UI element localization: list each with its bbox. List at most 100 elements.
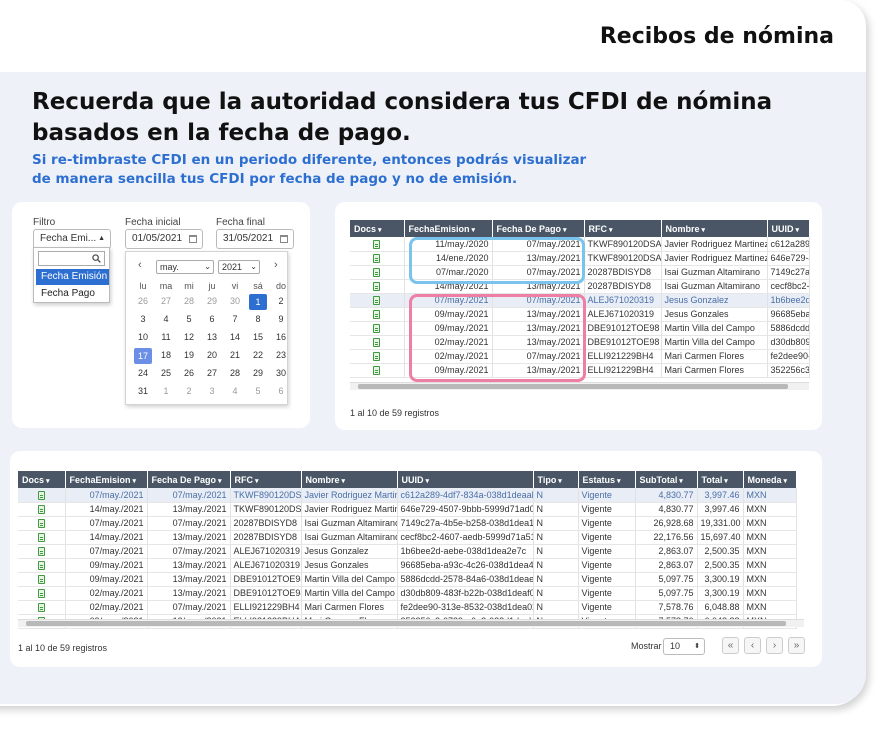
big-table-scrollbar[interactable] — [18, 619, 804, 627]
next-month-icon[interactable]: › — [274, 259, 278, 271]
docs-cell[interactable] — [350, 251, 405, 266]
xml-file-icon[interactable] — [37, 490, 45, 500]
docs-cell[interactable] — [18, 530, 66, 545]
docs-cell[interactable] — [350, 349, 405, 364]
calendar-day[interactable]: 18 — [157, 348, 175, 362]
filter-select[interactable]: Fecha Emi... ▲ — [33, 229, 111, 249]
next-page-button[interactable]: › — [766, 637, 783, 654]
date-start-input[interactable]: 01/05/2021 — [125, 229, 203, 249]
calendar-day[interactable]: 21 — [226, 348, 244, 362]
docs-cell[interactable] — [350, 307, 405, 322]
calendar-day[interactable]: 3 — [203, 384, 221, 398]
calendar-day[interactable]: 24 — [134, 366, 152, 380]
docs-cell[interactable] — [350, 279, 405, 294]
xml-file-icon[interactable] — [373, 310, 381, 320]
calendar-day[interactable]: 8 — [249, 312, 267, 326]
calendar-day[interactable]: 30 — [272, 366, 290, 380]
calendar-day[interactable]: 30 — [226, 294, 244, 308]
docs-cell[interactable] — [18, 544, 66, 559]
calendar-day[interactable]: 1 — [157, 384, 175, 398]
table-row[interactable]: 09/may./2021 13/may./2021 DBE91012TOE98 Mar… — [18, 572, 797, 587]
xml-file-icon[interactable] — [37, 561, 45, 571]
calendar-day[interactable]: 27 — [157, 294, 175, 308]
column-header[interactable]: Tipo ▾ — [533, 471, 579, 488]
table-row[interactable]: 14/may./2021 13/may./2021 20287BDISYD8 Isai… — [18, 530, 797, 545]
column-header[interactable]: RFC ▾ — [584, 220, 662, 237]
xml-file-icon[interactable] — [37, 589, 45, 599]
table-row[interactable]: 14/may./2021 13/may./2021 TKWF890120DSA Jav… — [18, 502, 797, 517]
docs-cell[interactable] — [18, 516, 66, 531]
column-header[interactable]: Nombre ▾ — [301, 471, 398, 488]
calendar-day[interactable]: 2 — [272, 294, 290, 308]
calendar-day[interactable]: 23 — [272, 348, 290, 362]
filter-search-input[interactable] — [38, 251, 105, 266]
calendar-day[interactable]: 6 — [203, 312, 221, 326]
small-table-scrollbar[interactable] — [350, 382, 809, 390]
column-header[interactable]: Total ▾ — [697, 471, 744, 488]
calendar-day[interactable]: 5 — [249, 384, 267, 398]
docs-cell[interactable] — [18, 558, 66, 573]
calendar-day[interactable]: 5 — [180, 312, 198, 326]
xml-file-icon[interactable] — [373, 338, 381, 348]
calendar-day[interactable]: 28 — [180, 294, 198, 308]
xml-file-icon[interactable] — [373, 239, 381, 249]
scroll-thumb[interactable] — [26, 621, 786, 626]
filter-option[interactable]: Fecha Pago — [36, 286, 109, 302]
column-header[interactable]: Moneda ▾ — [743, 471, 797, 488]
calendar-day[interactable]: 26 — [180, 366, 198, 380]
docs-cell[interactable] — [350, 335, 405, 350]
xml-file-icon[interactable] — [37, 519, 45, 529]
docs-cell[interactable] — [18, 488, 66, 503]
scroll-thumb[interactable] — [358, 384, 788, 389]
table-row[interactable]: 02/may./2021 07/may./2021 ELLI921229BH4 Mar… — [18, 600, 797, 615]
xml-file-icon[interactable] — [37, 603, 45, 613]
column-header[interactable]: Nombre ▾ — [661, 220, 768, 237]
docs-cell[interactable] — [18, 586, 66, 601]
calendar-day[interactable]: 19 — [180, 348, 198, 362]
calendar-day[interactable]: 20 — [203, 348, 221, 362]
calendar-day[interactable]: 29 — [203, 294, 221, 308]
table-row[interactable]: 09/may./2021 13/may./2021 ALEJ671020319 Jes… — [18, 558, 797, 573]
xml-file-icon[interactable] — [373, 324, 381, 334]
xml-file-icon[interactable] — [37, 575, 45, 585]
xml-file-icon[interactable] — [373, 352, 381, 362]
calendar-day[interactable]: 13 — [203, 330, 221, 344]
column-header[interactable]: FechaEmision ▾ — [404, 220, 493, 237]
calendar-day[interactable]: 2 — [180, 384, 198, 398]
month-select[interactable]: may. ⌄ — [156, 260, 214, 274]
calendar-day[interactable]: 4 — [226, 384, 244, 398]
docs-cell[interactable] — [350, 293, 405, 308]
docs-cell[interactable] — [350, 237, 405, 252]
table-row[interactable]: 07/may./2021 07/may./2021 ALEJ671020319 Jes… — [18, 544, 797, 559]
docs-cell[interactable] — [350, 265, 405, 280]
filter-option[interactable]: Fecha Emisión — [36, 269, 109, 285]
column-header[interactable]: Docs ▾ — [350, 220, 405, 237]
calendar-day[interactable]: 12 — [180, 330, 198, 344]
column-header[interactable]: Fecha De Pago ▾ — [147, 471, 231, 488]
calendar-day[interactable]: 1 — [249, 294, 267, 310]
prev-page-button[interactable]: ‹ — [744, 637, 761, 654]
docs-cell[interactable] — [18, 572, 66, 587]
calendar-day[interactable]: 14 — [226, 330, 244, 344]
date-end-input[interactable]: 31/05/2021 — [216, 229, 294, 249]
xml-file-icon[interactable] — [37, 547, 45, 557]
column-header[interactable]: Fecha De Pago ▾ — [492, 220, 585, 237]
first-page-button[interactable]: « — [722, 637, 739, 654]
calendar-day[interactable]: 22 — [249, 348, 267, 362]
column-header[interactable]: UUID ▾ — [767, 220, 810, 237]
calendar-day[interactable]: 11 — [157, 330, 175, 344]
calendar-day[interactable]: 27 — [203, 366, 221, 380]
prev-month-icon[interactable]: ‹ — [138, 259, 142, 271]
docs-cell[interactable] — [350, 363, 405, 378]
calendar-day[interactable]: 10 — [134, 330, 152, 344]
calendar-day[interactable]: 26 — [134, 294, 152, 308]
calendar-day[interactable]: 4 — [157, 312, 175, 326]
calendar-day[interactable]: 25 — [157, 366, 175, 380]
column-header[interactable]: Docs ▾ — [18, 471, 66, 488]
xml-file-icon[interactable] — [373, 268, 381, 278]
calendar-day[interactable]: 29 — [249, 366, 267, 380]
calendar-day[interactable]: 9 — [272, 312, 290, 326]
calendar-day[interactable]: 31 — [134, 384, 152, 398]
table-row[interactable]: 07/may./2021 07/may./2021 TKWF890120DSA Jav… — [18, 488, 797, 503]
page-size-select[interactable]: 10 ⬍ — [663, 638, 705, 655]
